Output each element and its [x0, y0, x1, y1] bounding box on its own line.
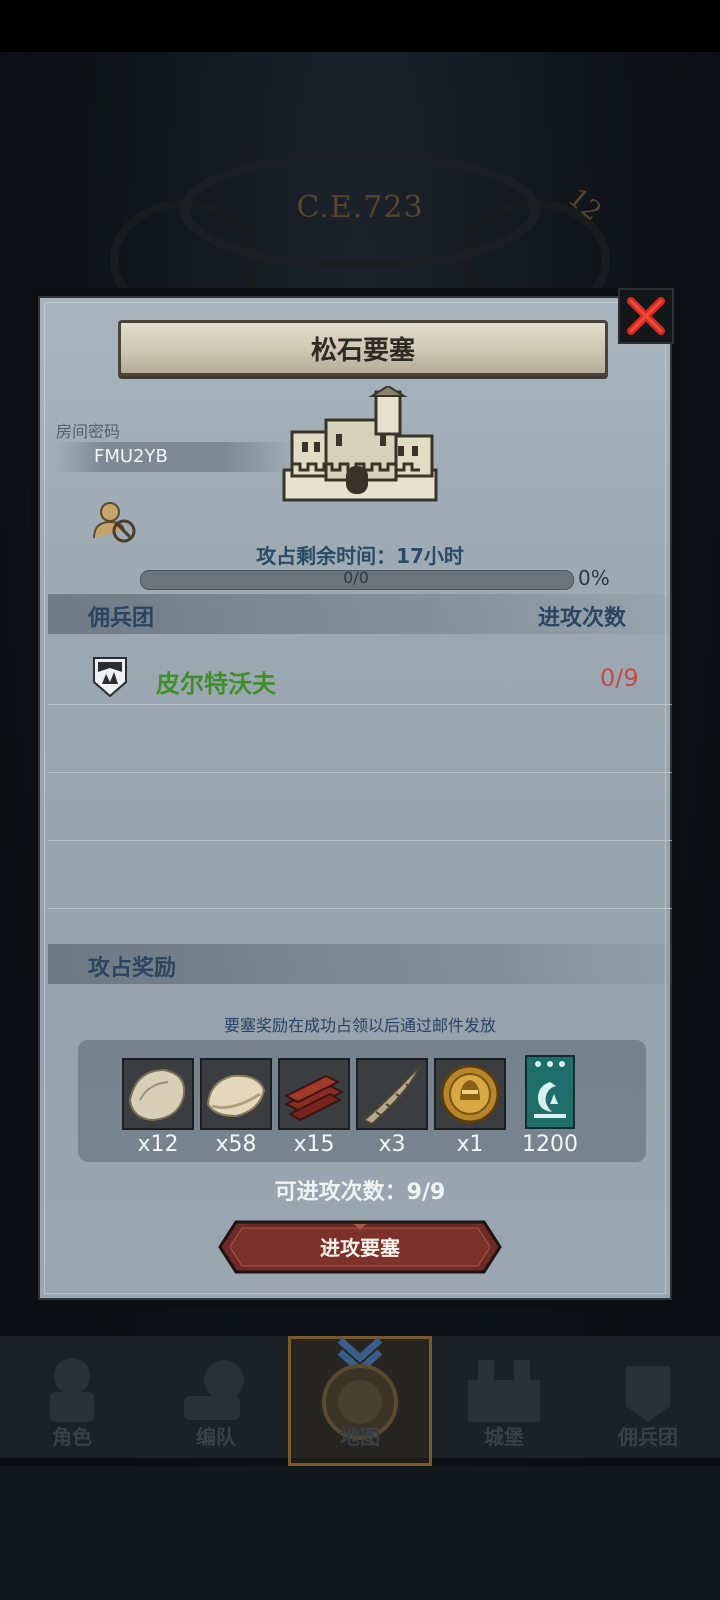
user-blocked-icon[interactable] — [92, 500, 138, 544]
remaining-time-value: 17小时 — [396, 544, 464, 568]
room-code[interactable]: FMU2YB — [94, 446, 168, 467]
remaining-time-label: 攻占剩余时间： — [256, 544, 397, 568]
nav-label-castle: 城堡 — [484, 1425, 524, 1449]
gold-medal-icon — [440, 1064, 500, 1124]
row-divider — [48, 840, 672, 841]
rewards-header: 攻占奖励 — [88, 956, 177, 981]
capture-progress-text: 0/0 — [343, 568, 369, 587]
reward-count: x15 — [293, 1132, 335, 1157]
nav-item-formation[interactable]: 编队 — [144, 1336, 288, 1458]
pelt-icon — [128, 1068, 186, 1122]
shield-emblem-icon — [93, 657, 127, 698]
attacks-remaining: 可进攻次数：9/9 — [0, 1174, 720, 1206]
reward-count: x12 — [137, 1132, 179, 1157]
capture-progress-percent: 0% — [578, 566, 610, 590]
nav-item-castle[interactable]: 城堡 — [432, 1336, 576, 1458]
close-icon — [627, 297, 665, 335]
nav-item-mercenary[interactable]: 佣兵团 — [576, 1336, 720, 1458]
remaining-time: 攻占剩余时间：17小时 — [0, 540, 720, 569]
nav-item-character[interactable]: 角色 — [0, 1336, 144, 1458]
nav-label-map: 地图 — [340, 1425, 380, 1449]
bottom-strip — [0, 1466, 720, 1600]
nav-item-map[interactable]: 地图 — [288, 1336, 432, 1458]
close-button[interactable] — [618, 288, 674, 344]
reward-item-hide[interactable] — [200, 1058, 272, 1130]
row-divider — [48, 908, 672, 909]
reward-count: 1200 — [522, 1132, 578, 1157]
attacks-remaining-label: 可进攻次数： — [274, 1180, 407, 1205]
page-title: 松石要塞 — [310, 335, 415, 366]
nav-label-character: 角色 — [52, 1425, 92, 1449]
nav-label-formation: 编队 — [196, 1425, 236, 1449]
mercenary-name: 皮尔特沃夫 — [156, 670, 276, 698]
reward-count: x3 — [378, 1132, 406, 1157]
attack-count-header: 进攻次数 — [538, 606, 627, 631]
status-bar — [0, 0, 720, 52]
reward-item-horn[interactable] — [356, 1058, 428, 1130]
reward-note: 要塞奖励在成功占领以后通过邮件发放 — [223, 1016, 496, 1035]
reward-item-gold-medal[interactable] — [434, 1058, 506, 1130]
mercenary-attacks: 0/9 — [600, 664, 639, 692]
title-banner: 松石要塞 — [118, 320, 608, 376]
mercenary-row[interactable] — [48, 648, 672, 702]
hide-icon — [206, 1074, 266, 1118]
mercenary-header: 佣兵团 — [88, 606, 155, 631]
reward-count: x1 — [456, 1132, 484, 1157]
nav-label-mercenary: 佣兵团 — [618, 1425, 678, 1449]
horn-icon — [362, 1065, 421, 1126]
reward-count: x58 — [215, 1132, 257, 1157]
reward-item-pelt[interactable] — [122, 1058, 194, 1130]
reward-item-lumber[interactable] — [278, 1058, 350, 1130]
row-divider — [48, 704, 672, 705]
room-code-box — [56, 442, 296, 472]
row-divider — [48, 772, 672, 773]
room-password-label: 房间密码 — [56, 422, 121, 441]
banner-icon[interactable] — [524, 1054, 576, 1130]
fortress-icon — [282, 386, 438, 502]
attack-fortress-label: 进攻要塞 — [320, 1236, 400, 1260]
attacks-remaining-value: 9/9 — [406, 1180, 446, 1205]
lumber-icon — [283, 1074, 345, 1122]
